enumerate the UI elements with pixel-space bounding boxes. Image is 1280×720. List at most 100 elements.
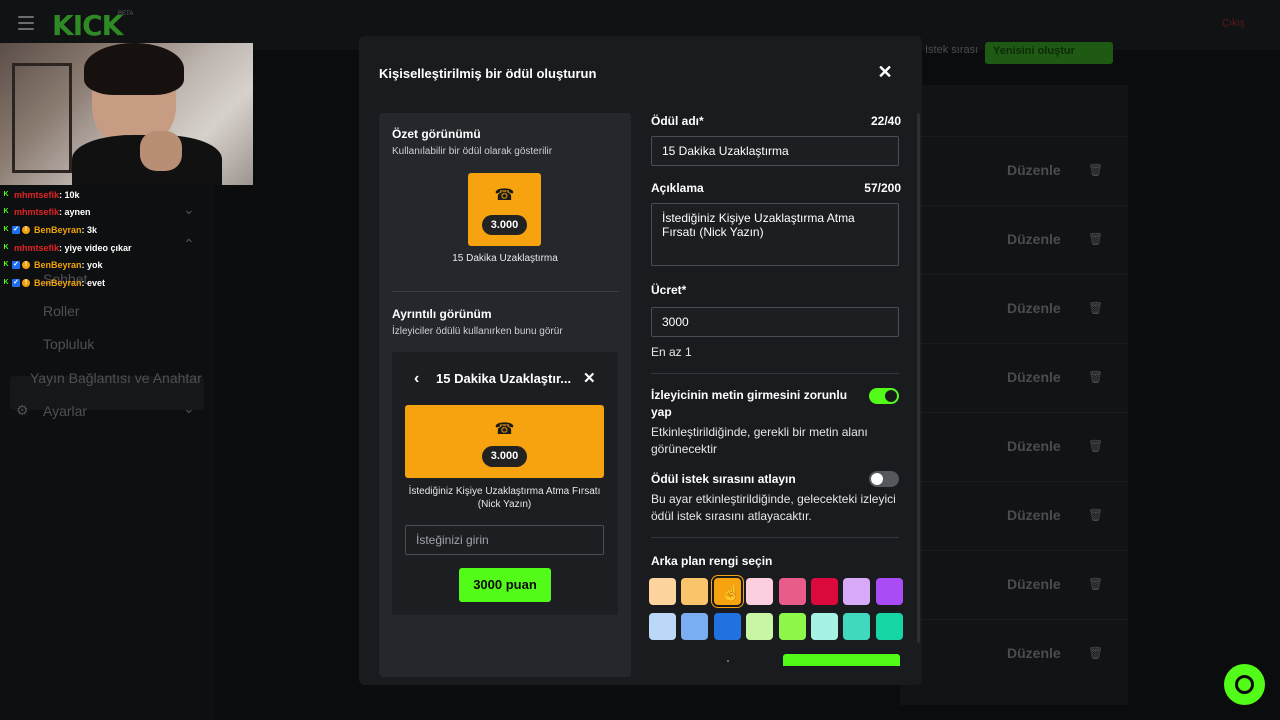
edit-button[interactable]: Düzenle <box>1007 645 1061 661</box>
sidebar-item-roles[interactable]: Roller <box>43 303 80 319</box>
trash-icon[interactable]: 🗑 <box>1088 439 1103 453</box>
verified-badge-icon: ✓ <box>12 278 20 287</box>
menu-icon[interactable] <box>18 16 34 30</box>
logout-link[interactable]: Çıkış <box>1222 18 1245 29</box>
subscriber-badge-icon: ! <box>22 225 30 234</box>
detail-reward-banner: ☎ 3.000 <box>405 405 604 478</box>
save-button[interactable] <box>783 654 900 666</box>
color-swatch[interactable] <box>713 613 741 640</box>
toggle-knob <box>885 390 897 402</box>
reward-name-field[interactable]: 15 Dakika Uzaklaştırma <box>651 136 899 166</box>
color-swatch[interactable] <box>778 578 806 605</box>
color-swatch[interactable] <box>843 578 871 605</box>
color-swatch[interactable] <box>649 578 676 605</box>
detail-view-subtitle: İzleyiciler ödülü kullanırken bunu görür <box>392 326 563 337</box>
divider <box>392 291 619 292</box>
color-swatch[interactable] <box>811 613 838 640</box>
edit-button[interactable]: Düzenle <box>1007 507 1061 523</box>
redeem-points-button[interactable]: 3000 puan <box>459 568 551 602</box>
trash-icon[interactable]: 🗑 <box>1088 508 1103 522</box>
verified-badge-icon: ✓ <box>12 225 20 234</box>
headset-icon <box>1235 675 1254 694</box>
trash-icon[interactable]: 🗑 <box>1088 163 1103 177</box>
chat-text: : yiye video çıkar <box>59 242 132 253</box>
chevron-down-icon[interactable]: ⌄ <box>183 400 195 417</box>
request-input[interactable]: İsteğinizi girin <box>405 525 604 555</box>
row-divider <box>900 343 1128 344</box>
close-icon[interactable]: ✕ <box>583 369 596 387</box>
chat-username[interactable]: BenBeyran <box>34 260 82 270</box>
detail-view-title: Ayrıntılı görünüm <box>392 307 492 321</box>
color-swatch[interactable] <box>811 578 838 605</box>
color-swatch[interactable] <box>681 578 709 605</box>
sidebar-item-stream-key[interactable]: Yayın Bağlantısı ve Anahtar <box>30 370 202 386</box>
chat-overlay: Kmhmtsefik: 10k Kmhmtsefik: aynen K ✓! BenBe… <box>2 186 252 292</box>
row-divider <box>900 550 1128 551</box>
color-swatch[interactable] <box>843 613 871 640</box>
chat-username[interactable]: mhmtsefik <box>14 243 59 253</box>
chat-username[interactable]: mhmtsefik <box>14 207 59 217</box>
webcam-shelf <box>12 63 72 173</box>
cost-pill: 3.000 <box>482 215 527 235</box>
support-button[interactable] <box>1224 664 1265 705</box>
verified-badge-icon: ✓ <box>12 261 20 270</box>
preview-panel: Özet görünümü Kullanılabilir bir ödül ol… <box>379 113 631 677</box>
request-queue-link[interactable]: Istek sırası <box>925 44 978 56</box>
chat-message: K ✓! BenBeyran: yok <box>2 256 252 274</box>
edit-button[interactable]: Düzenle <box>1007 300 1061 316</box>
chat-username[interactable]: BenBeyran <box>34 225 82 235</box>
chat-username[interactable]: mhmtsefik <box>14 190 59 200</box>
chevron-left-icon[interactable]: ‹ <box>414 370 419 388</box>
row-divider <box>900 205 1128 206</box>
kick-badge-icon: K <box>3 243 9 251</box>
trash-icon[interactable]: 🗑 <box>1088 232 1103 246</box>
chat-text: : 10k <box>59 189 80 200</box>
kick-badge-icon: K <box>3 225 9 233</box>
kick-badge-icon: K <box>3 278 9 286</box>
name-counter: 22/40 <box>870 114 901 128</box>
rewards-list-panel <box>900 85 1128 705</box>
edit-button[interactable]: Düzenle <box>1007 162 1061 178</box>
color-swatch[interactable] <box>681 613 709 640</box>
sidebar-item-community[interactable]: Topluluk <box>43 336 94 352</box>
skip-queue-toggle[interactable] <box>869 471 899 487</box>
divider <box>651 373 899 374</box>
subscriber-badge-icon: ! <box>22 261 30 270</box>
color-swatch[interactable] <box>746 578 774 605</box>
cost-field[interactable]: 3000 <box>651 307 899 337</box>
hand-cursor-icon: ☝ <box>721 585 741 602</box>
beta-badge: BETA <box>118 11 134 17</box>
detail-description: İstediğiniz Kişiye Uzaklaştırma Atma Fır… <box>408 486 601 510</box>
color-swatch[interactable] <box>778 613 806 640</box>
edit-button[interactable]: Düzenle <box>1007 576 1061 592</box>
kick-logo[interactable]: KICK <box>52 9 123 42</box>
close-icon[interactable]: ✕ <box>877 63 893 81</box>
webcam-overlay <box>0 43 253 185</box>
trash-icon[interactable]: 🗑 <box>1088 646 1103 660</box>
chat-username[interactable]: BenBeyran <box>34 278 82 288</box>
edit-button[interactable]: Düzenle <box>1007 369 1061 385</box>
detail-preview: ‹ 15 Dakika Uzaklaştır... ✕ ☎ 3.000 İste… <box>392 352 618 615</box>
description-field[interactable]: İstediğiniz Kişiye Uzaklaştırma Atma Fır… <box>651 203 899 266</box>
row-divider <box>900 481 1128 482</box>
chat-text: : yok <box>81 260 103 271</box>
color-swatch[interactable] <box>875 578 903 605</box>
trash-icon[interactable]: 🗑 <box>1088 577 1103 591</box>
color-swatch[interactable] <box>649 613 676 640</box>
require-text-toggle[interactable] <box>869 388 899 404</box>
color-swatch[interactable] <box>875 613 903 640</box>
row-divider <box>900 412 1128 413</box>
create-new-button[interactable]: Yenisini oluştur <box>985 42 1113 64</box>
color-swatch[interactable] <box>746 613 774 640</box>
row-divider <box>900 274 1128 275</box>
summary-view-title: Özet görünümü <box>392 127 481 141</box>
trash-icon[interactable]: 🗑 <box>1088 301 1103 315</box>
cancel-button[interactable] <box>727 660 729 662</box>
row-divider <box>900 619 1128 620</box>
edit-button[interactable]: Düzenle <box>1007 231 1061 247</box>
edit-button[interactable]: Düzenle <box>1007 438 1061 454</box>
modal-scrollbar[interactable] <box>917 113 920 643</box>
sidebar-item-settings[interactable]: Ayarlar <box>43 403 87 419</box>
skip-queue-description: Bu ayar etkinleştirildiğinde, gelecektek… <box>651 492 896 523</box>
trash-icon[interactable]: 🗑 <box>1088 370 1103 384</box>
